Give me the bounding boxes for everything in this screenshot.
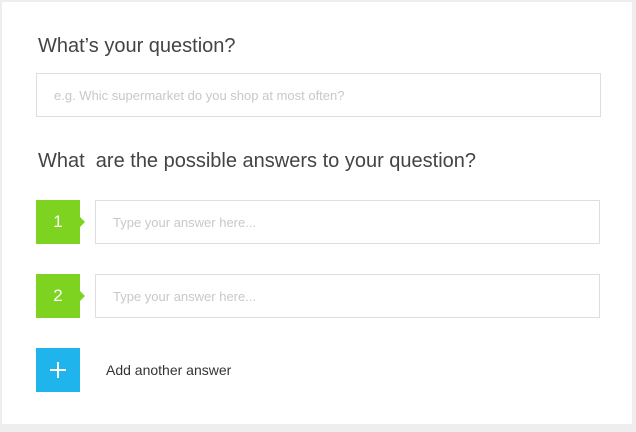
plus-icon: [50, 362, 66, 378]
answer-input-1[interactable]: [95, 200, 600, 244]
answer-row-2: 2: [36, 274, 602, 318]
question-heading: What’s your question?: [38, 35, 236, 57]
add-answer-button[interactable]: [36, 348, 80, 392]
add-answer-row[interactable]: Add another answer: [36, 348, 296, 392]
answer-input-2[interactable]: [95, 274, 600, 318]
answers-heading: What are the possible answers to your qu…: [38, 150, 477, 172]
add-answer-label[interactable]: Add another answer: [106, 348, 231, 392]
answer-number-badge: 2: [36, 274, 85, 318]
answer-number-badge: 1: [36, 200, 85, 244]
question-form-card: What’s your question? What are the possi…: [2, 2, 632, 424]
question-input[interactable]: [36, 73, 601, 117]
answer-row-1: 1: [36, 200, 602, 244]
